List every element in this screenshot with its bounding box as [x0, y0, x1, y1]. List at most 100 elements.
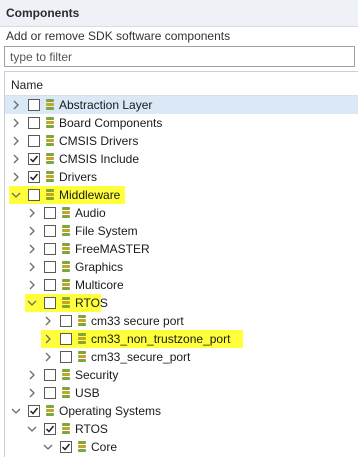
component-checkbox[interactable]: [44, 423, 56, 435]
tree-row[interactable]: USB: [5, 384, 358, 402]
tree-row[interactable]: Audio: [5, 204, 358, 222]
chevron-right-icon[interactable]: [27, 262, 37, 272]
chevron-right-icon[interactable]: [11, 136, 21, 146]
component-checkbox[interactable]: [44, 243, 56, 255]
tree-row-label: cm33_non_trustzone_port: [91, 332, 231, 346]
tree-row-label: Board Components: [59, 116, 163, 130]
tree-row-label: Abstraction Layer: [59, 98, 153, 112]
tree-row[interactable]: FreeMASTER: [5, 240, 358, 258]
chevron-right-icon[interactable]: [27, 370, 37, 380]
tree-row-label: cm33_secure_port: [91, 350, 191, 364]
component-checkbox[interactable]: [28, 99, 40, 111]
component-checkbox[interactable]: [44, 369, 56, 381]
chevron-down-icon[interactable]: [27, 424, 37, 434]
panel-title: Components: [6, 6, 80, 20]
tree-row-label: Core: [91, 440, 118, 454]
chevron-right-icon[interactable]: [11, 100, 21, 110]
component-checkbox[interactable]: [28, 117, 40, 129]
component-checkbox[interactable]: [28, 189, 40, 201]
tree-row-label: Drivers: [59, 170, 97, 184]
tree-row-label: RTOS: [75, 422, 108, 436]
tree-row[interactable]: Middleware: [5, 186, 358, 204]
chevron-right-icon[interactable]: [27, 226, 37, 236]
component-tree: Name Abstraction Layer Board Components CM…: [4, 71, 358, 457]
component-checkbox[interactable]: [28, 171, 40, 183]
tree-row-label: Security: [75, 368, 119, 382]
tree-row[interactable]: RTOS: [5, 420, 358, 438]
tree-row-label: FreeMASTER: [75, 242, 150, 256]
component-checkbox[interactable]: [44, 387, 56, 399]
package-icon: [62, 369, 70, 381]
component-checkbox[interactable]: [60, 441, 72, 453]
tree-row[interactable]: cm33_non_trustzone_port: [5, 330, 358, 348]
chevron-right-icon[interactable]: [43, 316, 53, 326]
chevron-right-icon[interactable]: [11, 118, 21, 128]
panel-subtitle: Add or remove SDK software components: [6, 29, 231, 43]
filter-input[interactable]: [5, 47, 354, 66]
component-checkbox[interactable]: [44, 261, 56, 273]
chevron-right-icon[interactable]: [27, 244, 37, 254]
package-icon: [78, 351, 86, 363]
component-checkbox[interactable]: [28, 153, 40, 165]
tree-row[interactable]: cm33 secure port: [5, 312, 358, 330]
tree-row[interactable]: RTOS: [5, 294, 358, 312]
package-icon: [62, 297, 70, 309]
tree-row-label: File System: [75, 224, 138, 238]
component-checkbox[interactable]: [60, 351, 72, 363]
package-icon: [46, 405, 54, 417]
chevron-right-icon[interactable]: [11, 172, 21, 182]
package-icon: [62, 387, 70, 399]
package-icon: [62, 225, 70, 237]
chevron-right-icon[interactable]: [27, 388, 37, 398]
package-icon: [46, 99, 54, 111]
chevron-down-icon[interactable]: [27, 298, 37, 308]
chevron-down-icon[interactable]: [43, 442, 53, 452]
package-icon: [62, 423, 70, 435]
filter-box[interactable]: [4, 46, 355, 67]
component-checkbox[interactable]: [44, 207, 56, 219]
tree-row[interactable]: CMSIS Drivers: [5, 132, 358, 150]
column-header[interactable]: Name: [5, 72, 358, 96]
component-checkbox[interactable]: [28, 135, 40, 147]
tree-row[interactable]: Operating Systems: [5, 402, 358, 420]
tree-row[interactable]: Core: [5, 438, 358, 456]
tree-row[interactable]: Drivers: [5, 168, 358, 186]
component-checkbox[interactable]: [60, 315, 72, 327]
tree-row-label: Multicore: [75, 278, 124, 292]
tree-row[interactable]: Abstraction Layer: [5, 96, 358, 114]
tree-row-label: Middleware: [59, 188, 121, 202]
tree-row[interactable]: Board Components: [5, 114, 358, 132]
tree-row-label: Audio: [75, 206, 106, 220]
component-checkbox[interactable]: [28, 405, 40, 417]
tree-row-label: USB: [75, 386, 100, 400]
chevron-right-icon[interactable]: [27, 208, 37, 218]
package-icon: [46, 189, 54, 201]
component-checkbox[interactable]: [44, 225, 56, 237]
tree-row[interactable]: cm33_secure_port: [5, 348, 358, 366]
tree-row[interactable]: Security: [5, 366, 358, 384]
package-icon: [62, 243, 70, 255]
package-icon: [78, 315, 86, 327]
chevron-right-icon[interactable]: [27, 280, 37, 290]
package-icon: [62, 279, 70, 291]
package-icon: [46, 153, 54, 165]
package-icon: [62, 261, 70, 273]
component-checkbox[interactable]: [44, 279, 56, 291]
chevron-right-icon[interactable]: [11, 154, 21, 164]
chevron-down-icon[interactable]: [11, 190, 21, 200]
tree-row[interactable]: Multicore: [5, 276, 358, 294]
component-checkbox[interactable]: [44, 297, 56, 309]
tree-row-label: Operating Systems: [59, 404, 162, 418]
tree-row[interactable]: File System: [5, 222, 358, 240]
components-panel: Components Add or remove SDK software co…: [0, 0, 358, 457]
panel-header: Components: [0, 0, 358, 27]
tree-row-label: Graphics: [75, 260, 124, 274]
chevron-right-icon[interactable]: [43, 352, 53, 362]
tree-row[interactable]: Graphics: [5, 258, 358, 276]
chevron-right-icon[interactable]: [43, 334, 53, 344]
package-icon: [46, 117, 54, 129]
chevron-down-icon[interactable]: [11, 406, 21, 416]
component-checkbox[interactable]: [60, 333, 72, 345]
tree-row[interactable]: CMSIS Include: [5, 150, 358, 168]
tree-rows: Abstraction Layer Board Components CMSIS D…: [5, 96, 358, 456]
